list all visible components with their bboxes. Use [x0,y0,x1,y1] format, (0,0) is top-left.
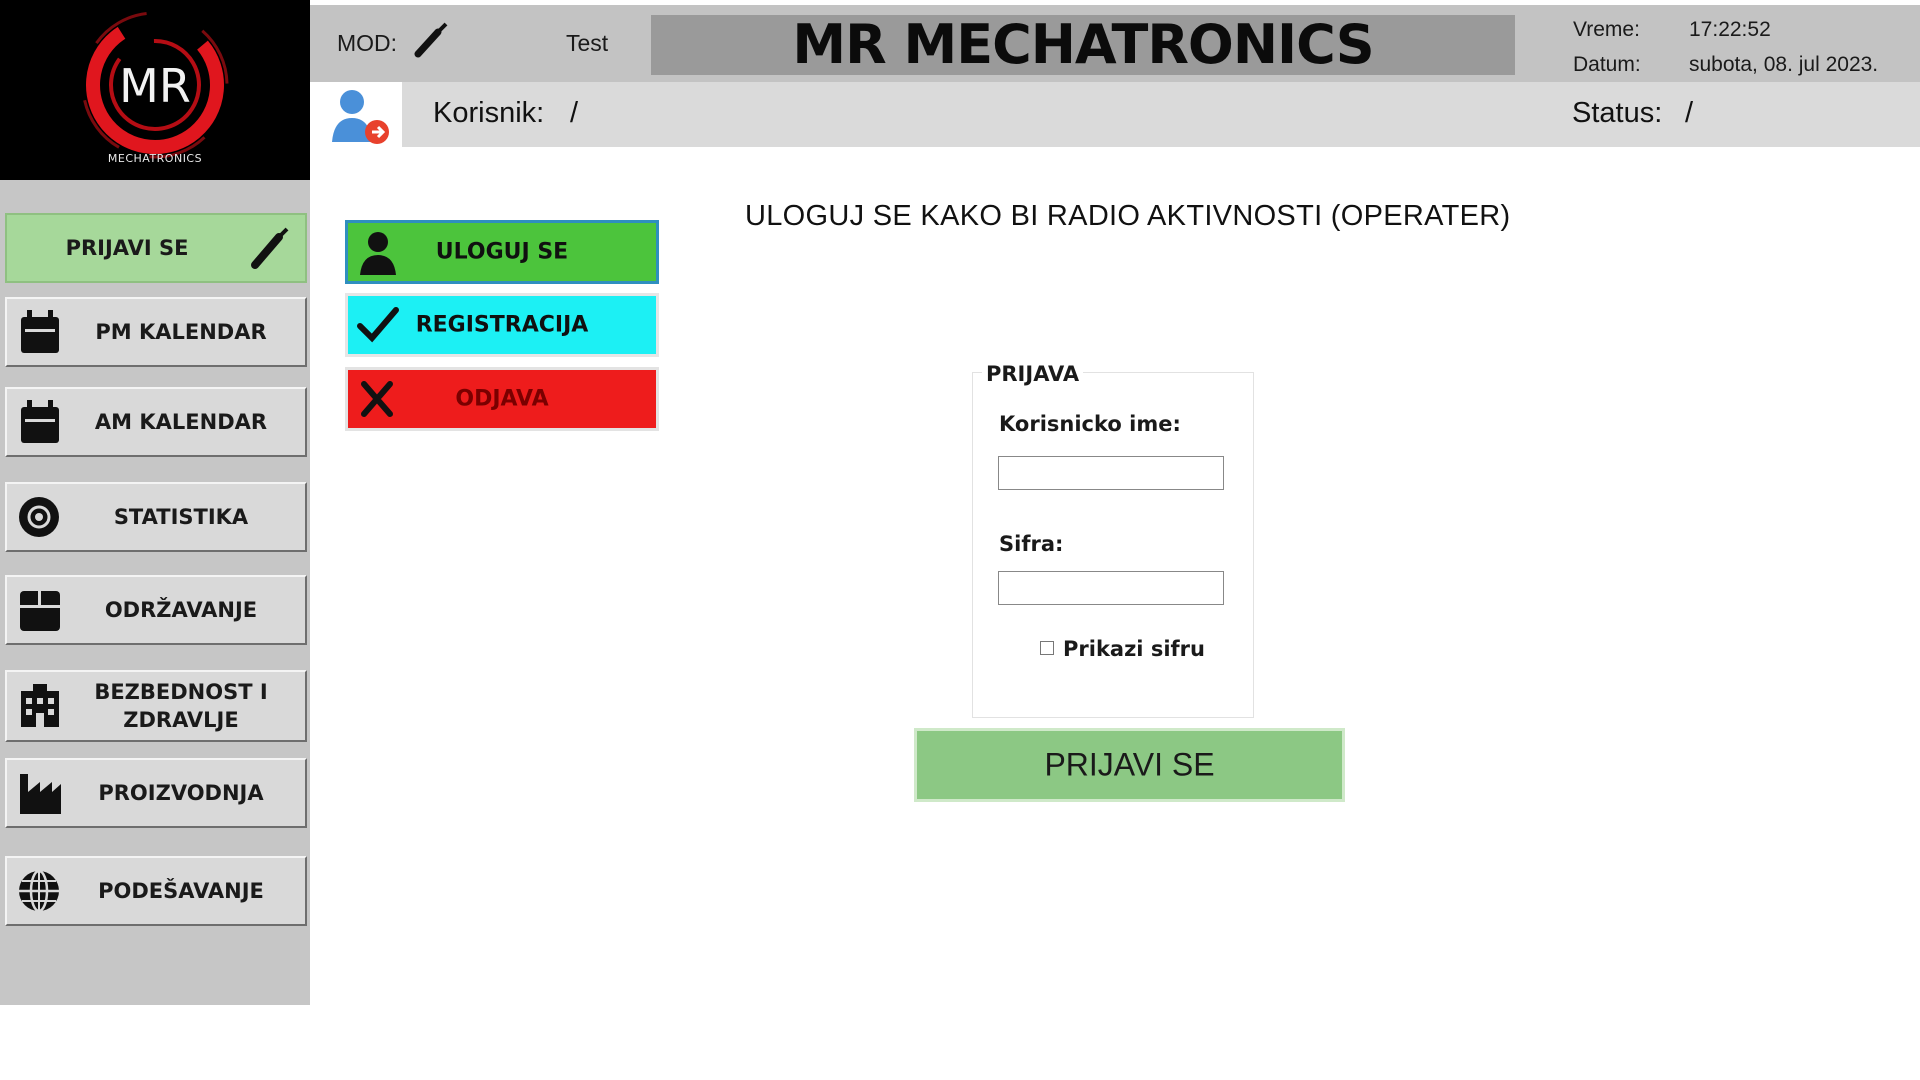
login-button[interactable]: ULOGUJ SE [345,220,659,284]
sidebar-item-proizvodnja[interactable]: PROIZVODNJA [5,758,307,828]
show-password-label: Prikazi sifru [1063,637,1205,661]
wrench-icon [251,227,289,269]
calendar-icon [21,310,59,353]
time-value: 17:22:52 [1689,18,1771,41]
user-logout-icon[interactable] [312,82,402,148]
logo: MR MECHATRONICS [0,0,310,180]
login-panel-legend: PRIJAVA [982,362,1084,386]
sidebar-item-label: PM KALENDAR [95,320,267,344]
register-button[interactable]: REGISTRACIJA [345,293,659,357]
user-label: Korisnik: [433,97,545,129]
sidebar-item-prijavi-se[interactable]: PRIJAVI SE [5,213,307,283]
logo-caption: MECHATRONICS [107,152,203,165]
sidebar-item-bezbednost-i-zdravlje[interactable]: BEZBEDNOST I ZDRAVLJE [5,670,307,742]
sidebar-item-label: ODRŽAVANJE [104,598,258,622]
box-icon [20,591,60,631]
sidebar-item-label: PRIJAVI SE [65,236,189,260]
username-input[interactable] [998,456,1224,490]
password-label: Sifra: [999,532,1064,556]
sidebar-item-label: AM KALENDAR [94,410,268,434]
sidebar-item-am-kalendar[interactable]: AM KALENDAR [5,387,307,457]
sidebar: PRIJAVI SE PM KALENDAR AM KALENDAR STATI… [0,180,310,1005]
status-value: / [1685,97,1694,129]
time-label: Vreme: [1573,18,1640,41]
submit-login-button[interactable]: PRIJAVI SE [914,728,1345,802]
submit-login-label: PRIJAVI SE [1044,746,1215,783]
disc-icon [19,497,59,537]
brand-title: MR MECHATRONICS [792,13,1374,76]
date-value: subota, 08. jul 2023. [1689,53,1879,76]
mode-label: MOD: [337,30,398,56]
factory-icon [20,774,61,814]
sidebar-item-label: BEZBEDNOST I ZDRAVLJE [94,680,268,732]
logo-monogram: MR [119,59,191,113]
status-label: Status: [1572,97,1663,129]
sidebar-item-statistika[interactable]: STATISTIKA [5,482,307,552]
logout-button[interactable]: ODJAVA [345,367,659,431]
page-heading: ULOGUJ SE KAKO BI RADIO AKTIVNOSTI (OPER… [745,200,1511,232]
sidebar-item-odrzavanje[interactable]: ODRŽAVANJE [5,575,307,645]
calendar-icon [21,400,59,443]
sidebar-item-label: PODEŠAVANJE [98,879,264,903]
user-value: / [570,97,579,129]
wrench-icon [414,22,448,58]
password-input[interactable] [998,571,1224,605]
sidebar-item-label: STATISTIKA [113,505,249,529]
register-button-label: REGISTRACIJA [415,312,589,338]
globe-icon [19,869,59,913]
sidebar-item-pm-kalendar[interactable]: PM KALENDAR [5,297,307,367]
username-label: Korisnicko ime: [999,412,1181,436]
building-icon [21,684,59,727]
login-button-label: ULOGUJ SE [435,239,569,265]
sidebar-item-podesavanje[interactable]: PODEŠAVANJE [5,856,307,926]
sidebar-item-label: PROIZVODNJA [98,781,264,805]
show-password-checkbox[interactable] [1040,641,1054,655]
date-label: Datum: [1573,53,1641,76]
logout-button-label: ODJAVA [455,386,549,412]
mode-value: Test [566,30,609,56]
